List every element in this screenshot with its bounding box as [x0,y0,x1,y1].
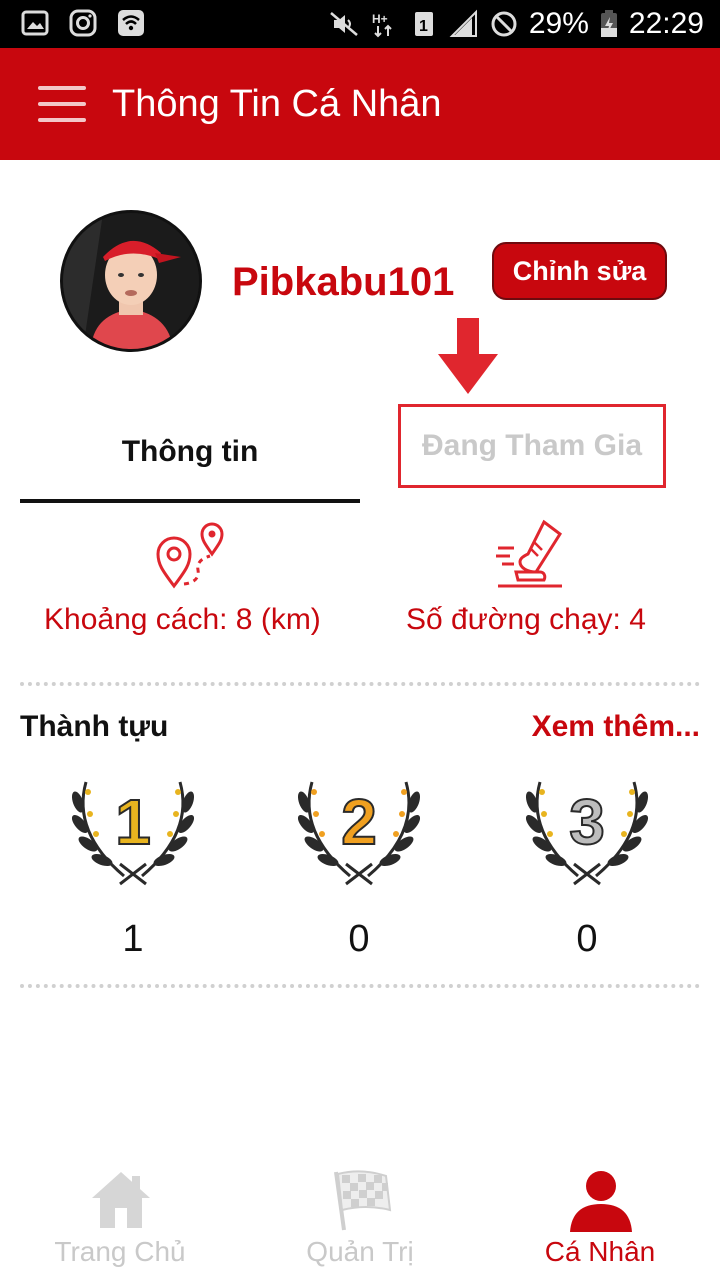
gallery-icon [21,10,49,36]
silver-laurel-medal-icon: 3 [525,781,649,886]
see-more-link[interactable]: Xem thêm... [532,710,700,744]
medal-rank: 3 [569,786,605,858]
divider [20,682,700,686]
nav-profile[interactable]: Cá Nhân [480,1160,720,1280]
medal-rank: 2 [341,786,377,858]
gold-count: 1 [122,918,144,960]
checkered-flag-icon [334,1170,392,1231]
silver-gold-laurel-medal-icon: 2 [297,781,421,886]
clock: 22:29 [628,7,704,40]
runs-stat: Số đường chạy: 4 [406,603,646,636]
tab-info[interactable]: Thông tin [20,404,360,500]
nav-home-label: Trang Chủ [54,1236,186,1267]
medal-rank: 1 [115,786,151,858]
wifi-icon [118,10,144,36]
running-shoe-icon [496,519,563,588]
avatar [60,210,202,352]
sim-icon: 1 [414,12,433,36]
route-pin-icon [156,522,224,589]
mute-icon [330,12,358,36]
active-tab-indicator [20,499,360,503]
silver-count: 0 [348,918,370,960]
gold-laurel-medal-icon: 1 [71,781,195,886]
edit-profile-button[interactable]: Chỉnh sửa [492,242,667,300]
username: Pibkabu101 [232,260,455,304]
nav-admin[interactable]: Quản Trị [240,1160,480,1280]
nav-profile-label: Cá Nhân [544,1236,656,1267]
svg-text:1: 1 [419,18,428,35]
status-bar: H+ 1 29% 22:29 [0,0,720,48]
battery-percent: 29% [528,7,589,40]
app-bar: Thông Tin Cá Nhân [0,48,720,160]
home-icon [92,1172,150,1228]
distance-stat: Khoảng cách: 8 (km) [44,603,321,636]
svg-text:H+: H+ [372,12,388,26]
achievements-title: Thành tựu [20,710,169,743]
nav-admin-label: Quản Trị [306,1236,414,1267]
page-title: Thông Tin Cá Nhân [112,83,442,125]
hamburger-menu-icon[interactable] [38,86,86,122]
bronze-count: 0 [576,918,598,960]
divider [20,984,700,988]
signal-icon [449,9,477,37]
arrow-down-icon [438,318,498,394]
data-icon: H+ [372,12,392,38]
blocked-icon [491,11,517,37]
instagram-icon [69,9,97,37]
nav-home[interactable]: Trang Chủ [0,1160,240,1280]
tab-participating[interactable]: Đang Tham Gia [398,404,666,488]
battery-icon [600,10,617,37]
person-icon [570,1171,632,1232]
